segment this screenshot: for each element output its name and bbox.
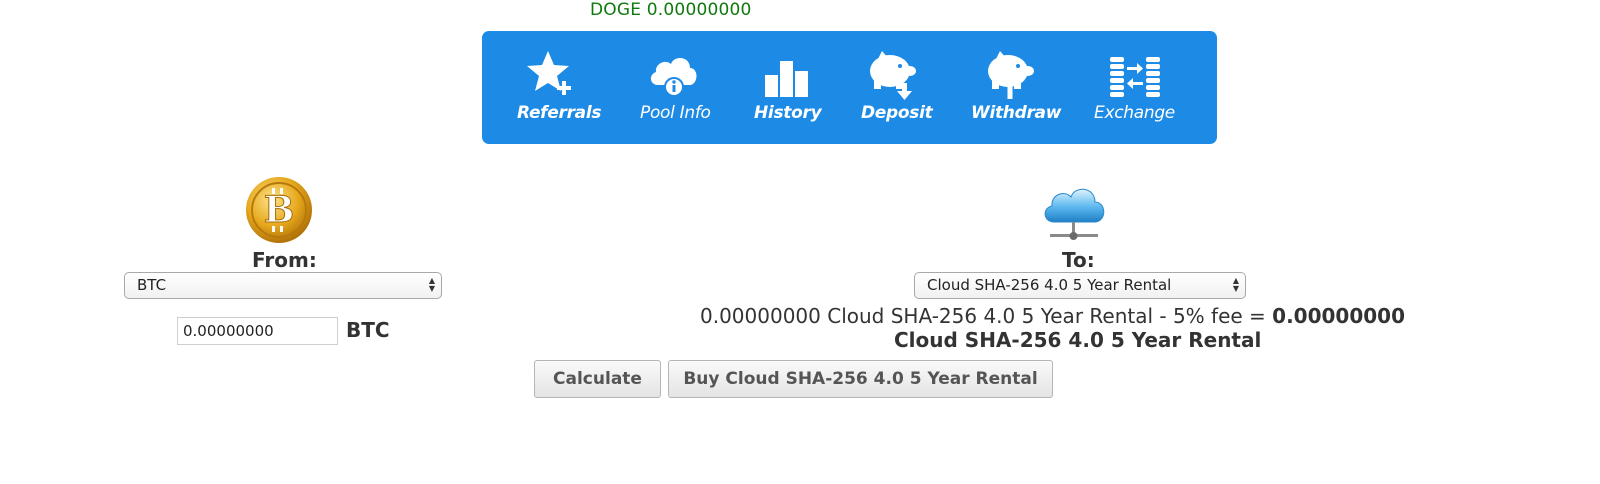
nav-exchange[interactable]: Exchange (1090, 31, 1182, 144)
result-value: 0.00000000 (1272, 304, 1406, 328)
svg-text:B: B (264, 189, 294, 231)
piggy-withdraw-icon (988, 51, 1034, 99)
piggy-deposit-icon (870, 51, 916, 100)
result-suffix: Cloud SHA-256 4.0 5 Year Rental (894, 328, 1262, 352)
nav-deposit[interactable]: Deposit (854, 31, 934, 144)
from-amount-input[interactable] (177, 317, 338, 345)
to-label: To: (1062, 248, 1095, 272)
nav-pool-info-label: Pool Info (640, 103, 711, 123)
coins-exchange-icon (1110, 57, 1160, 97)
from-amount-unit: BTC (346, 318, 390, 342)
bitcoin-coin-icon: B (246, 177, 312, 243)
nav-withdraw-label: Withdraw (971, 103, 1062, 123)
nav-deposit-label: Deposit (861, 103, 933, 123)
nav-history[interactable]: History (747, 31, 827, 144)
select-arrows-icon: ▲ ▼ (1232, 276, 1239, 293)
conversion-result: 0.00000000 Cloud SHA-256 4.0 5 Year Rent… (700, 304, 1460, 352)
cloud-info-icon (650, 58, 697, 97)
select-arrows-icon: ▲ ▼ (428, 276, 435, 293)
bar-chart-icon (765, 61, 808, 97)
to-product-selected: Cloud SHA-256 4.0 5 Year Rental (927, 276, 1172, 294)
exchange-page: DOGE 0.00000000 Referrals Pool Info Hist… (0, 0, 1600, 484)
from-label: From: (252, 248, 317, 272)
cloud-server-icon (1044, 188, 1105, 240)
from-currency-select[interactable]: BTC ▲ ▼ (124, 272, 442, 299)
nav-history-label: History (754, 103, 822, 123)
main-nav-bar: Referrals Pool Info History Deposit With… (482, 31, 1217, 144)
result-prefix: 0.00000000 Cloud SHA-256 4.0 5 Year Rent… (700, 304, 1273, 328)
nav-exchange-label: Exchange (1094, 103, 1175, 123)
from-currency-selected: BTC (137, 276, 167, 294)
doge-balance: DOGE 0.00000000 (590, 0, 752, 20)
calculate-button[interactable]: Calculate (534, 360, 661, 398)
buy-button[interactable]: Buy Cloud SHA-256 4.0 5 Year Rental (668, 360, 1053, 398)
to-product-select[interactable]: Cloud SHA-256 4.0 5 Year Rental ▲ ▼ (914, 272, 1246, 299)
nav-withdraw[interactable]: Withdraw (966, 31, 1061, 144)
star-plus-icon (527, 51, 571, 95)
nav-referrals[interactable]: Referrals (512, 31, 601, 144)
nav-pool-info[interactable]: Pool Info (632, 31, 716, 144)
nav-referrals-label: Referrals (517, 103, 602, 123)
